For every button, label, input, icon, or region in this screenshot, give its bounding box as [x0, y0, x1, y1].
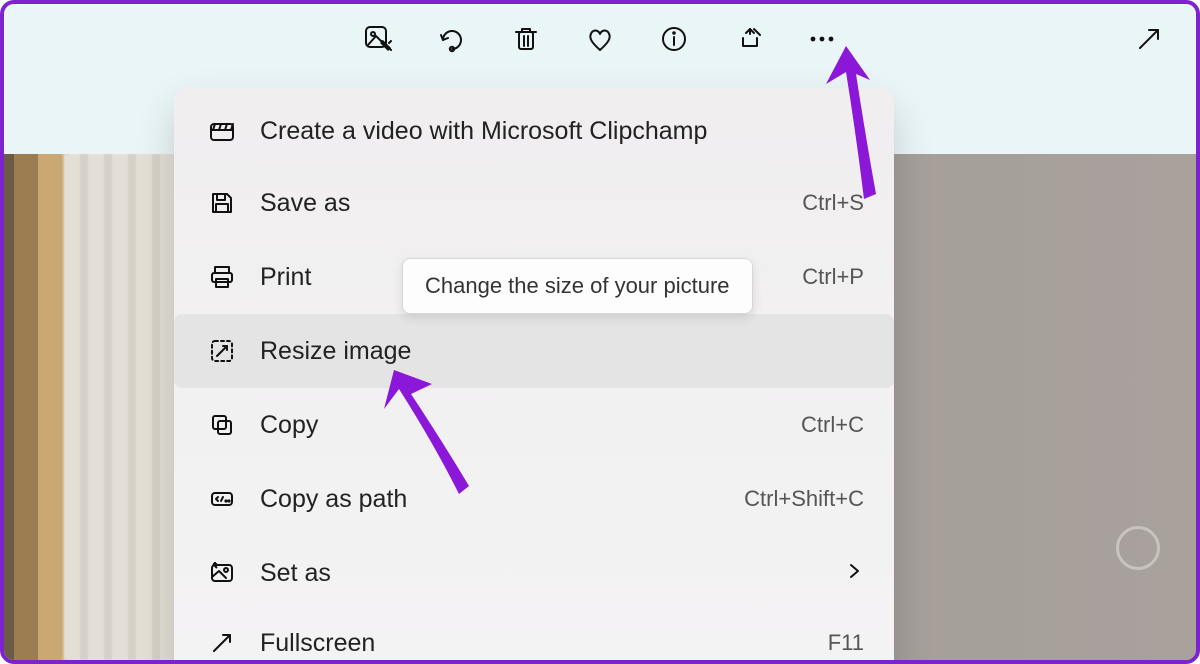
- photo-edge: [4, 154, 174, 660]
- delete-button[interactable]: [508, 21, 544, 57]
- menu-item-label: Fullscreen: [260, 629, 804, 658]
- minimap-circle: [1116, 526, 1160, 570]
- print-icon: [208, 263, 236, 291]
- setas-icon: [208, 559, 236, 587]
- clapper-icon: [208, 117, 236, 145]
- menu-item-copy-path[interactable]: Copy as path Ctrl+Shift+C: [174, 462, 894, 536]
- edit-image-button[interactable]: [360, 21, 396, 57]
- menu-item-label: Set as: [260, 559, 822, 588]
- share-button[interactable]: [730, 21, 766, 57]
- menu-item-label: Resize image: [260, 337, 864, 366]
- app-window: Create a video with Microsoft Clipchamp …: [0, 0, 1200, 664]
- tooltip: Change the size of your picture: [402, 258, 753, 314]
- menu-item-resize[interactable]: Resize image: [174, 314, 894, 388]
- menu-item-label: Save as: [260, 189, 778, 218]
- menu-shortcut: Ctrl+Shift+C: [744, 486, 864, 512]
- chevron-right-icon: [846, 560, 864, 586]
- more-context-menu: Create a video with Microsoft Clipchamp …: [174, 88, 894, 664]
- menu-item-fullscreen[interactable]: Fullscreen F11: [174, 610, 894, 664]
- menu-item-label: Copy: [260, 411, 777, 440]
- info-button[interactable]: [656, 21, 692, 57]
- menu-item-clipchamp[interactable]: Create a video with Microsoft Clipchamp: [174, 96, 894, 166]
- menu-shortcut: Ctrl+S: [802, 190, 864, 216]
- more-menu-button[interactable]: [804, 21, 840, 57]
- menu-item-save-as[interactable]: Save as Ctrl+S: [174, 166, 894, 240]
- menu-item-set-as[interactable]: Set as: [174, 536, 894, 610]
- menu-item-label: Copy as path: [260, 485, 720, 514]
- menu-shortcut: F11: [828, 630, 864, 656]
- resize-icon: [208, 337, 236, 365]
- menu-item-copy[interactable]: Copy Ctrl+C: [174, 388, 894, 462]
- enter-fullscreen-button[interactable]: [1132, 22, 1166, 56]
- save-icon: [208, 189, 236, 217]
- copy-icon: [208, 411, 236, 439]
- rotate-button[interactable]: [434, 21, 470, 57]
- menu-item-label: Create a video with Microsoft Clipchamp: [260, 117, 864, 146]
- curtain: [64, 154, 184, 660]
- favorite-button[interactable]: [582, 21, 618, 57]
- menu-shortcut: Ctrl+P: [802, 264, 864, 290]
- path-icon: [208, 485, 236, 513]
- fullscreen-icon: [208, 629, 236, 657]
- menu-shortcut: Ctrl+C: [801, 412, 864, 438]
